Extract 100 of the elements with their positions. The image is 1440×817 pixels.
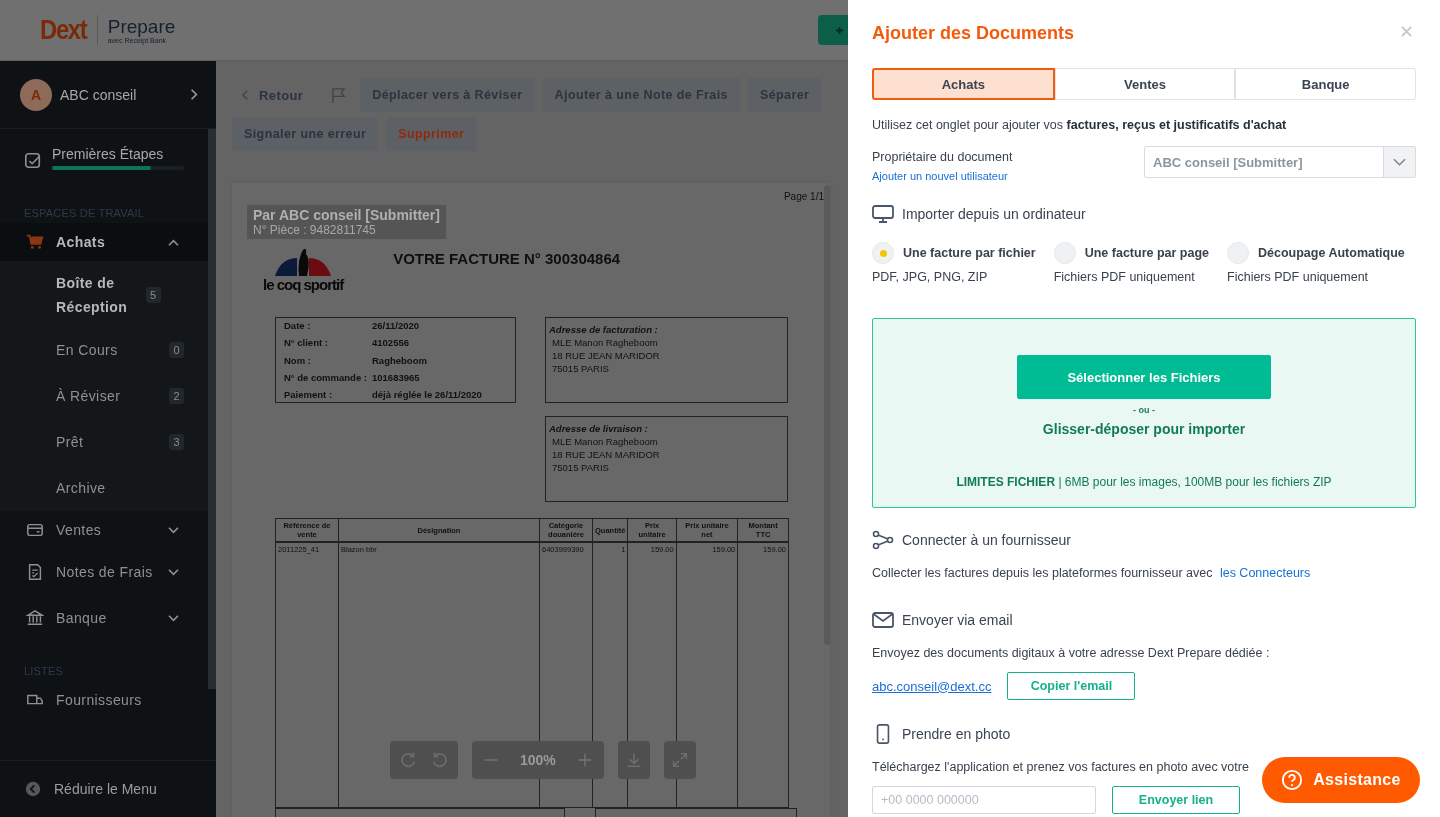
monitor-icon (872, 204, 894, 224)
nav-subitem[interactable]: Prêt 3 (0, 419, 208, 465)
radio-option[interactable]: Une facture par page (1053, 242, 1210, 264)
drop-zone[interactable]: Sélectionner les Fichiers - ou - Glisser-déposer pour importer LIMITES FICHIER | 6MB pour les images, 100MB pour les fichiers ZIP (872, 318, 1416, 508)
assistance-button[interactable]: Assistance (1262, 757, 1420, 803)
chevron-left-icon (242, 89, 249, 101)
info-value: 101683965 (372, 371, 421, 383)
radio-button[interactable] (1053, 242, 1076, 264)
drag-drop-text: Glisser-déposer pour importer (1042, 421, 1246, 437)
chevron-down-icon (1393, 158, 1406, 166)
cart-icon (26, 233, 44, 251)
phone-input-field[interactable]: +00 0000 000000 (872, 786, 1096, 814)
chevron-right-icon (190, 88, 198, 101)
stamp-submitter: Par ABC conseil [Submitter] (253, 207, 440, 223)
expand-icon (670, 751, 689, 769)
nav-item[interactable]: Banque (0, 595, 208, 641)
chevron-icon (167, 613, 180, 623)
section-heading: Connecter à un fournisseur (902, 532, 1071, 548)
radio-button[interactable] (1227, 242, 1250, 264)
brand-logo-text: le coq sportif (263, 276, 344, 293)
photo-text: Téléchargez l'application et prenez vos factures en photo avec votre (872, 760, 1250, 774)
count-badge: 5 (146, 287, 161, 303)
tab[interactable]: Ventes (1054, 68, 1236, 100)
fullscreen-button[interactable] (663, 741, 696, 779)
count-badge: 3 (169, 434, 184, 450)
address-line: MLE Manon Ragheboom (551, 435, 659, 448)
tab[interactable]: Banque (1235, 68, 1416, 100)
count-badge: 2 (169, 388, 184, 404)
address-title: Adresse de facturation : (549, 323, 659, 336)
radio-button[interactable] (872, 242, 894, 264)
download-button[interactable] (617, 741, 650, 779)
zoom-level: 100% (520, 752, 556, 768)
add-button[interactable] (818, 15, 848, 45)
info-value: 4102556 (372, 337, 410, 349)
tab[interactable]: Achats (872, 68, 1055, 100)
checkbox-icon (24, 152, 42, 170)
connector-icon (872, 530, 894, 550)
help-icon (1281, 769, 1304, 791)
product-name: Prepare (107, 16, 176, 37)
nav-subitem[interactable]: Archive (0, 465, 208, 511)
info-value: Ragheboom (372, 354, 428, 366)
separator-text: - ou - (1133, 405, 1155, 415)
count-badge: 0 (169, 342, 184, 358)
onboarding-link[interactable]: Premières Étapes (52, 146, 184, 162)
account-switcher[interactable]: A ABC conseil (0, 61, 216, 129)
section-heading: Importer depuis un ordinateur (902, 206, 1086, 222)
chevron-left-circle-icon (24, 780, 42, 798)
option-hint: Fichiers PDF uniquement (1053, 270, 1196, 284)
section-heading: Envoyer via email (902, 612, 1013, 628)
rotate-right-icon[interactable] (400, 751, 418, 769)
wallet-icon (26, 521, 44, 539)
radio-option[interactable]: Découpage Automatique (1227, 242, 1405, 264)
connectors-link[interactable]: les Connecteurs (1219, 566, 1311, 580)
info-label: Date : (284, 320, 312, 331)
address-line: MLE Manon Ragheboom (551, 336, 659, 349)
address-line: 18 RUE JEAN MARIDOR (551, 349, 661, 362)
info-label: Paiement : (284, 389, 334, 400)
nav-subitem[interactable]: À Réviser 2 (0, 373, 208, 419)
intro-text: Utilisez cet onglet pour ajouter vos factures, reçus et justificatifs d'achat (872, 118, 1288, 132)
invoice-title: VOTRE FACTURE N° 300304864 (393, 250, 621, 267)
avatar: A (20, 78, 52, 111)
envelope-icon (872, 610, 894, 630)
nav-subitem[interactable]: Boîte de Réception 5 (0, 263, 208, 327)
address-title: Adresse de livraison : (549, 422, 649, 435)
connect-text: Collecter les factures depuis les plateformes fournisseur avec les Connecteurs (872, 566, 1312, 580)
panel-title: Ajouter des Documents (872, 22, 1075, 44)
file-limits-text: LIMITES FICHIER | 6MB pour les images, 100MB pour les fichiers ZIP (956, 475, 1332, 489)
option-hint: PDF, JPG, PNG, ZIP (872, 270, 989, 284)
section-heading: Prendre en photo (902, 726, 1011, 742)
info-value: 26/11/2020 (372, 320, 421, 331)
owner-label: Propriétaire du document (872, 150, 1013, 164)
add-user-link[interactable]: Ajouter un nouvel utilisateur (872, 170, 1013, 182)
chevron-icon (167, 525, 180, 535)
address-line: 75015 PARIS (551, 362, 610, 375)
email-link[interactable]: abc.conseil@dext.cc (872, 678, 992, 694)
email-text: Envoyez des documents digitaux à votre adresse Dext Prepare dédiée : (872, 646, 1271, 660)
page-number: Page 1/1 (783, 191, 824, 202)
owner-select[interactable]: ABC conseil [Submitter] (1144, 146, 1416, 178)
receipt-icon (26, 563, 44, 581)
scrollbar[interactable] (208, 129, 216, 689)
nav-subitem[interactable]: En Cours 0 (0, 327, 208, 373)
chevron-icon (167, 237, 180, 247)
stamp-number: N° Pièce : 9482811745 (253, 223, 377, 237)
plus-icon (835, 25, 844, 35)
nav-item[interactable]: Ventes (0, 511, 208, 549)
info-label: N° client : (284, 337, 329, 349)
flag-icon[interactable] (331, 86, 347, 104)
address-line: 18 RUE JEAN MARIDOR (551, 448, 661, 461)
address-line: 75015 PARIS (551, 461, 610, 474)
close-icon[interactable] (1401, 25, 1412, 37)
bank-icon (26, 609, 44, 627)
info-label: Nom : (284, 354, 312, 366)
nav-item[interactable]: Achats (0, 223, 208, 261)
nav-item[interactable]: Notes de Frais (0, 549, 208, 595)
nav-item[interactable]: Fournisseurs (0, 681, 208, 719)
info-label: N° de commande : (284, 371, 368, 383)
logo-wordmark: Dext (40, 14, 87, 46)
radio-option[interactable]: Une facture par fichier (872, 242, 1036, 264)
option-hint: Fichiers PDF uniquement (1227, 270, 1370, 284)
rotate-left-icon[interactable] (430, 751, 448, 769)
